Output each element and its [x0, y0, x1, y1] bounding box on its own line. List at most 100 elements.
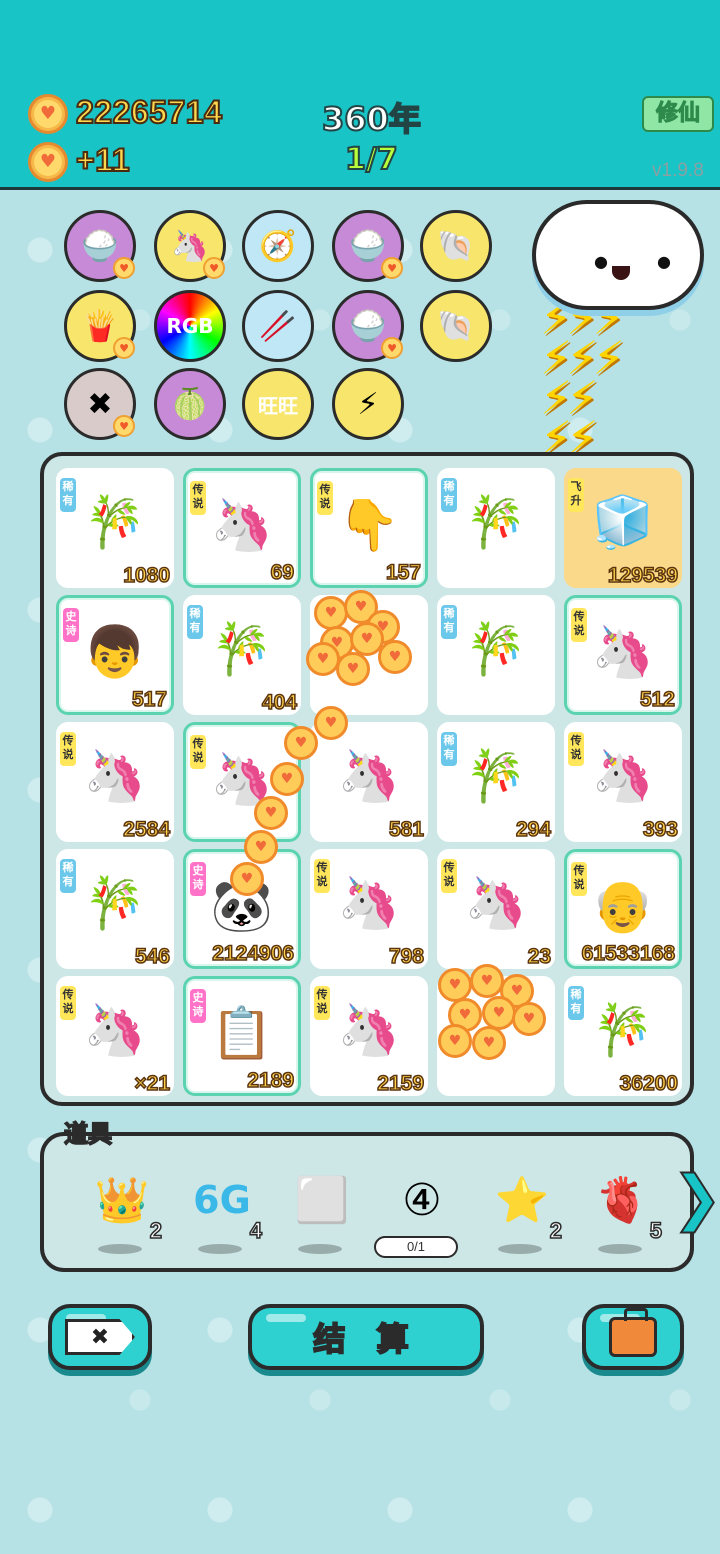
- cell-value: 517: [131, 687, 168, 712]
- collected-item[interactable]: ⚡: [332, 368, 404, 440]
- delete-button[interactable]: ✖: [48, 1304, 152, 1370]
- collected-item[interactable]: 🍈: [154, 368, 226, 440]
- board-cell[interactable]: 🦄 581: [310, 722, 428, 842]
- version-label: v1.9.8: [652, 160, 704, 181]
- settle-label: 结 算: [312, 1319, 419, 1359]
- heart-coin-icon: ♥: [203, 257, 225, 279]
- collected-item[interactable]: 🧭: [242, 210, 314, 282]
- unicorn-icon: 🦄: [171, 228, 209, 264]
- pomelo-icon: 🍈: [171, 386, 209, 422]
- collected-item[interactable]: 🍚 ♥: [332, 210, 404, 282]
- collected-item[interactable]: 🍚 ♥: [64, 210, 136, 282]
- rice-bowl-icon: 🍚: [81, 228, 119, 264]
- cell-value: ×21: [134, 1071, 171, 1096]
- board-cell[interactable]: 稀有 🎋: [437, 468, 555, 588]
- board-cell[interactable]: 传说 🦄 2584: [56, 722, 174, 842]
- coin-balance: 22265714: [75, 93, 223, 131]
- collected-item[interactable]: 🍟 ♥: [64, 290, 136, 362]
- wang-text-icon: 旺旺: [258, 393, 298, 418]
- board-cell[interactable]: 飞升 🧊 129539: [564, 468, 682, 588]
- income-coin-icon: ♥: [28, 142, 68, 182]
- board-cell[interactable]: 传说 👇 157: [310, 468, 428, 588]
- tool-item[interactable]: 6G 4: [182, 1168, 263, 1258]
- settle-button[interactable]: 结 算: [248, 1304, 484, 1370]
- shell-icon: 🐚: [437, 228, 475, 264]
- tool-count: 2: [549, 1217, 563, 1244]
- stage-progress: 1/7: [344, 141, 399, 178]
- heart-coin-icon: ♥: [113, 257, 135, 279]
- cell-value: 294: [515, 817, 552, 842]
- frame-icon: ⬜: [294, 1175, 350, 1226]
- board-cell[interactable]: 史诗 👦 517: [56, 595, 174, 715]
- tools-title: 道具: [63, 1119, 113, 1149]
- target-4-icon: ④: [402, 1174, 442, 1226]
- collected-item[interactable]: 🥢: [242, 290, 314, 362]
- bamboo-icon: 🎋: [464, 619, 528, 678]
- fries-icon: 🍟: [81, 308, 119, 344]
- unicorn-icon: 🦄: [337, 873, 401, 932]
- bag-button[interactable]: [582, 1304, 684, 1370]
- top-status-bar: ♥ 22265714 ♥ +11 360年 1/7 修仙 v1.9.8: [0, 0, 720, 190]
- board-cell[interactable]: 传说 🦄 393: [564, 722, 682, 842]
- lightning-icon: ⚡: [357, 386, 379, 422]
- collected-item[interactable]: 🦄 ♥: [154, 210, 226, 282]
- cell-value: 23: [527, 944, 552, 969]
- tool-item[interactable]: 🫀 5: [582, 1168, 663, 1258]
- cloud-mascot-icon: ● ●: [532, 200, 704, 310]
- collected-item[interactable]: 🍚 ♥: [332, 290, 404, 362]
- cultivate-button[interactable]: 修仙: [642, 96, 714, 132]
- cell-value: 2159: [377, 1071, 425, 1096]
- cell-value: 61533168: [581, 941, 676, 966]
- crowned-old-man-icon: 👴: [591, 876, 655, 935]
- collected-item[interactable]: RGB: [154, 290, 226, 362]
- cell-value: 69: [270, 560, 295, 585]
- heart-coin-icon: ♥: [113, 415, 135, 437]
- crowned-unicorn-icon: 🦄: [210, 749, 274, 808]
- collected-item[interactable]: ✖ ♥: [64, 368, 136, 440]
- copy-paste-icon: 📋: [210, 1003, 274, 1062]
- tool-shadow: [298, 1244, 342, 1254]
- tool-item[interactable]: ⬜: [282, 1168, 362, 1258]
- cell-value: 2584: [123, 817, 171, 842]
- unicorn-icon: 🦄: [210, 495, 274, 554]
- bamboo-icon: 🎋: [464, 492, 528, 551]
- board-cell[interactable]: 稀有 🎋: [437, 595, 555, 715]
- board-cell[interactable]: [310, 595, 428, 715]
- tool-item[interactable]: ⭐ 2: [482, 1168, 563, 1258]
- heart-coin-icon: ♥: [113, 337, 135, 359]
- cell-value: 2124906: [211, 941, 294, 966]
- tool-item[interactable]: 👑 2: [82, 1168, 163, 1258]
- board-cell[interactable]: 史诗 🐼 2124906: [183, 849, 301, 969]
- collected-item[interactable]: 🐚: [420, 290, 492, 362]
- cell-value: 129539: [607, 563, 679, 588]
- board-cell[interactable]: 稀有 🎋 294: [437, 722, 555, 842]
- board-cell[interactable]: 传说 🦄 798: [310, 849, 428, 969]
- board-cell[interactable]: 传说 🦄: [183, 722, 301, 842]
- unicorn-icon: 🦄: [337, 746, 401, 805]
- bamboo-icon: 🎋: [591, 1000, 655, 1059]
- board-cell[interactable]: 传说 🦄 512: [564, 595, 682, 715]
- board-cell[interactable]: 稀有 🎋 404: [183, 595, 301, 715]
- tool-shadow: [498, 1244, 542, 1254]
- cell-value: 798: [388, 944, 425, 969]
- cell-value: 157: [385, 560, 422, 585]
- unicorn-icon: 🦄: [337, 1000, 401, 1059]
- board-cell[interactable]: 传说 🦄 69: [183, 468, 301, 588]
- collected-item[interactable]: 🐚: [420, 210, 492, 282]
- board-cell[interactable]: 传说 🦄 ×21: [56, 976, 174, 1096]
- collected-item[interactable]: 旺旺: [242, 368, 314, 440]
- heart-coin-icon: ♥: [381, 337, 403, 359]
- board-cell[interactable]: 稀有 🎋 36200: [564, 976, 682, 1096]
- unicorn-icon: 🦄: [464, 873, 528, 932]
- board-cell[interactable]: 传说 🦄 2159: [310, 976, 428, 1096]
- board-cell[interactable]: 稀有 🎋 546: [56, 849, 174, 969]
- board-cell[interactable]: 传说 🦄 23: [437, 849, 555, 969]
- tool-item[interactable]: ④ 0/1: [374, 1168, 462, 1258]
- cell-value: 2189: [247, 1068, 295, 1093]
- coin-icon: ♥: [28, 94, 68, 134]
- tools-next-arrow-icon[interactable]: ❯: [671, 1165, 720, 1232]
- board-cell[interactable]: 稀有 🎋 1080: [56, 468, 174, 588]
- board-cell[interactable]: 传说 👴 61533168: [564, 849, 682, 969]
- board-cell[interactable]: 史诗 📋 2189: [183, 976, 301, 1096]
- board-cell[interactable]: [437, 976, 555, 1096]
